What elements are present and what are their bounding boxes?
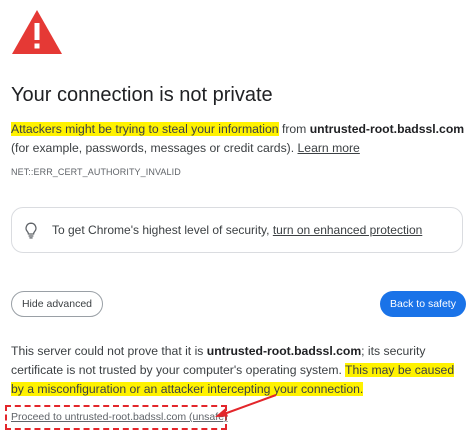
page-title: Your connection is not private <box>11 84 273 106</box>
intro-domain: untrusted-root.badssl.com <box>309 122 465 136</box>
enhanced-protection-box: To get Chrome's highest level of securit… <box>11 207 463 253</box>
hide-advanced-button[interactable]: Hide advanced <box>11 291 103 317</box>
details-part1: This server could not prove that it is <box>11 344 207 358</box>
back-to-safety-button[interactable]: Back to safety <box>380 291 466 317</box>
intro-from: from <box>278 122 310 136</box>
intro-highlight: Attackers might be trying to steal your … <box>11 122 279 136</box>
details-domain: untrusted-root.badssl.com <box>206 344 362 358</box>
red-arrow-icon <box>215 394 277 417</box>
enhanced-protection-link[interactable]: turn on enhanced protection <box>273 223 422 237</box>
proceed-unsafe-link[interactable]: Proceed to untrusted-root.badssl.com (un… <box>11 411 228 423</box>
details-paragraph: This server could not prove that it is u… <box>11 342 469 399</box>
error-code: NET::ERR_CERT_AUTHORITY_INVALID <box>11 167 181 177</box>
intro-paragraph: Attackers might be trying to steal your … <box>11 120 466 158</box>
warning-triangle-icon <box>12 10 62 54</box>
security-tip: To get Chrome's highest level of securit… <box>52 223 422 237</box>
lightbulb-icon <box>25 222 37 239</box>
security-tip-text: To get Chrome's highest level of securit… <box>52 223 273 237</box>
intro-rest: (for example, passwords, messages or cre… <box>11 141 298 155</box>
learn-more-link[interactable]: Learn more <box>298 141 360 155</box>
